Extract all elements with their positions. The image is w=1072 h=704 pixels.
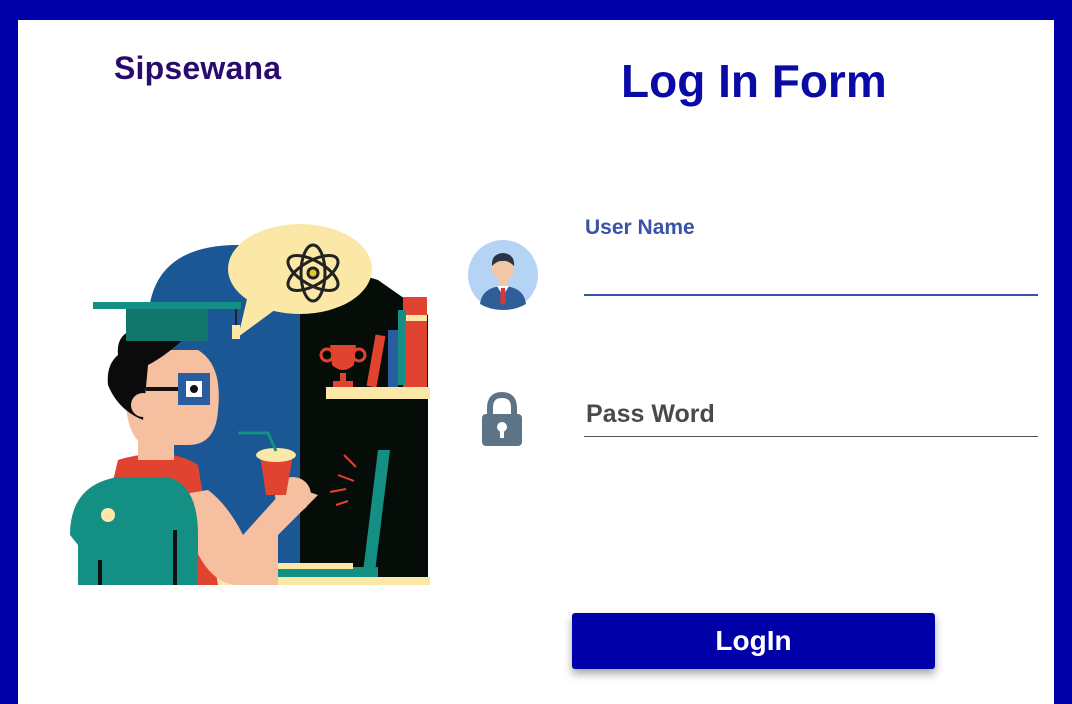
username-input[interactable] bbox=[584, 252, 1038, 296]
login-button[interactable]: LogIn bbox=[572, 613, 935, 669]
username-label: User Name bbox=[585, 216, 695, 239]
user-avatar-icon bbox=[468, 240, 538, 310]
login-panel: Sipsewana Log In Form User Name LogIn bbox=[18, 20, 1054, 704]
student-illustration bbox=[70, 224, 430, 585]
page-title: Log In Form bbox=[621, 55, 887, 107]
brand-name: Sipsewana bbox=[114, 50, 282, 86]
lock-icon bbox=[482, 392, 522, 446]
password-input[interactable] bbox=[584, 392, 1038, 437]
